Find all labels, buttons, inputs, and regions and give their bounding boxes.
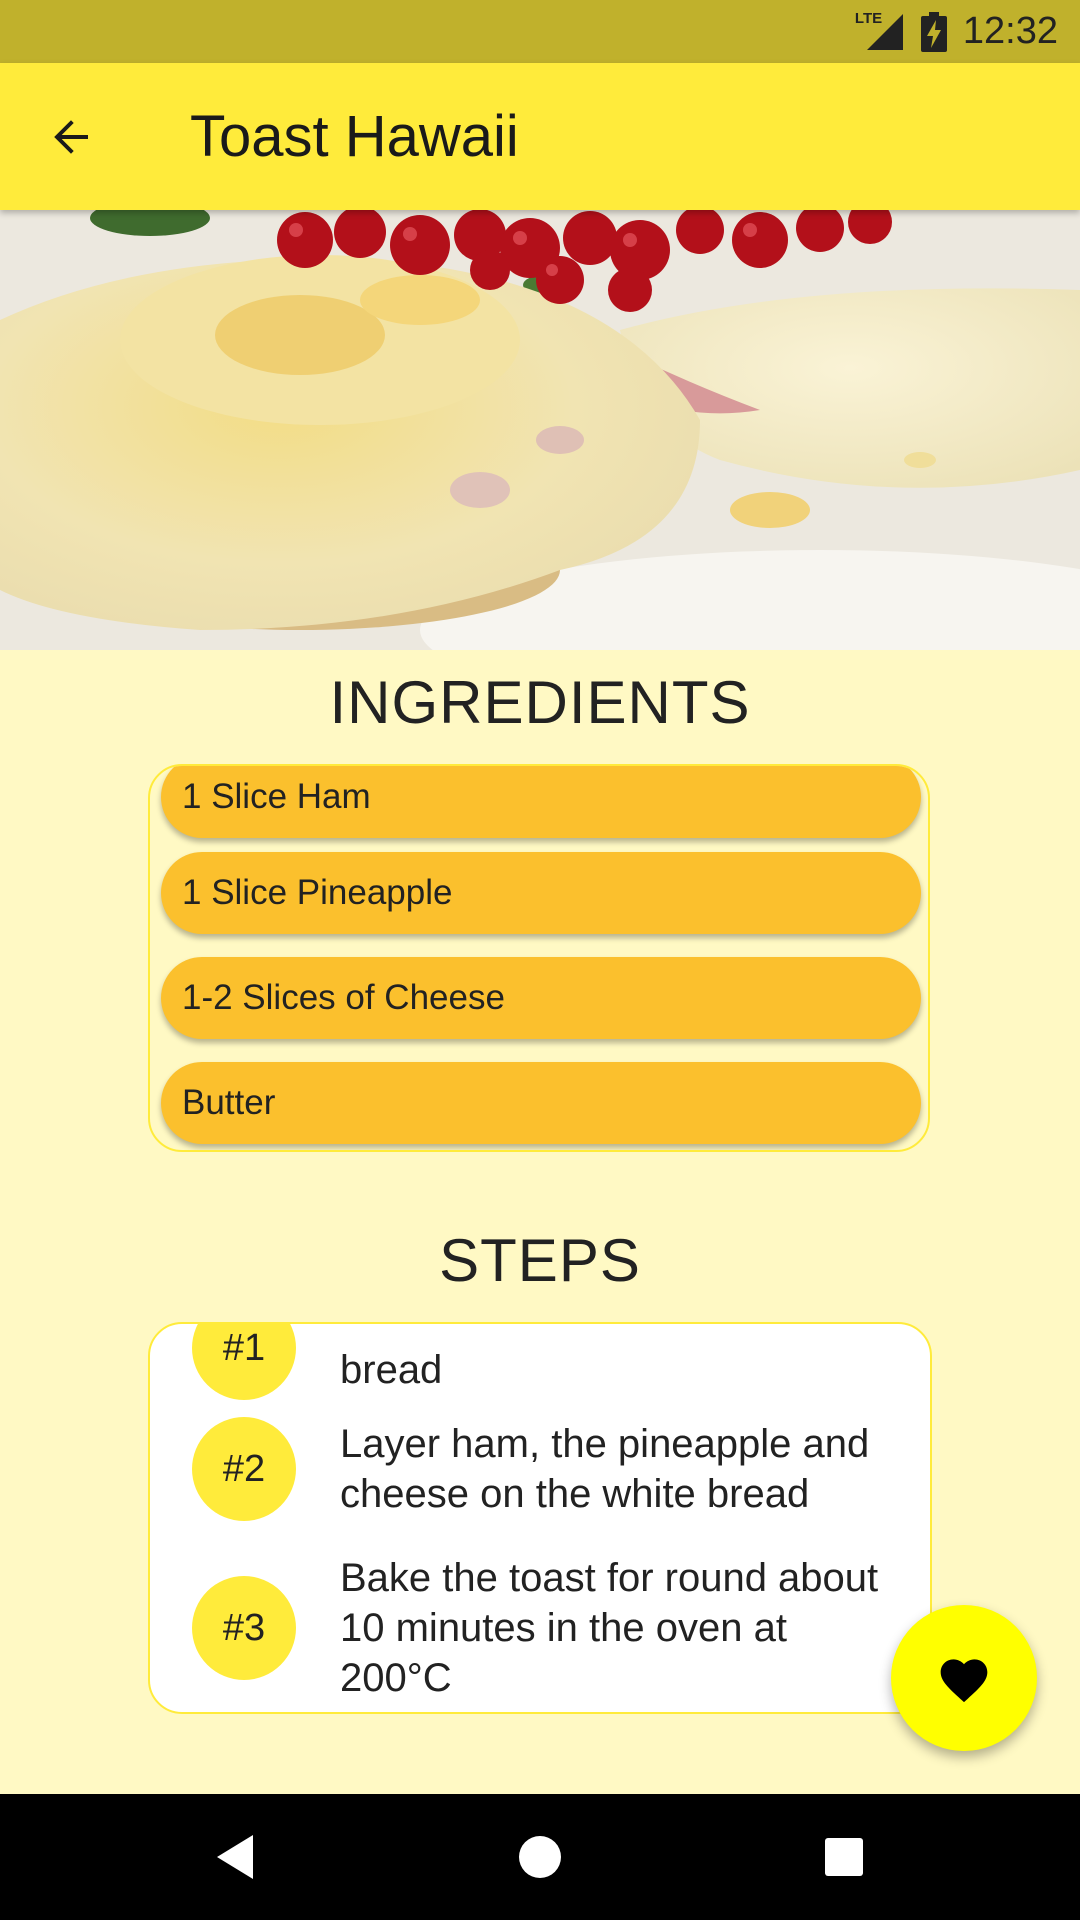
favorite-button[interactable]	[891, 1605, 1037, 1751]
network-label: LTE	[854, 9, 883, 27]
step-text: Layer ham, the pineapple and cheese on t…	[340, 1422, 870, 1516]
steps-list[interactable]: #1 bread #2 Layer ham, the pineapple and…	[148, 1322, 932, 1714]
ingredient-item[interactable]: 1 Slice Pineapple	[161, 852, 921, 934]
nav-back-button[interactable]	[205, 1827, 265, 1887]
steps-heading: STEPS	[439, 1227, 641, 1294]
app-bar: Toast Hawaii	[0, 63, 1080, 210]
heart-icon	[940, 1659, 988, 1703]
home-circle-icon	[519, 1836, 561, 1878]
system-nav-bar	[0, 1794, 1080, 1920]
step-text: Bake the toast for round about 10 minute…	[340, 1556, 879, 1700]
lte-signal-icon: LTE	[855, 10, 905, 52]
recipe-hero-image	[0, 210, 1080, 650]
back-triangle-icon	[217, 1835, 253, 1879]
ingredients-list[interactable]: 1 Slice Ham 1 Slice Pineapple 1-2 Slices…	[148, 764, 930, 1152]
battery-charging-icon	[920, 11, 947, 52]
status-bar: LTE 12:32	[0, 0, 1080, 63]
back-button[interactable]	[36, 101, 108, 173]
nav-home-button[interactable]	[510, 1827, 570, 1887]
step-number-badge: #3	[192, 1576, 296, 1680]
step-text: bread	[340, 1348, 443, 1392]
nav-recents-button[interactable]	[814, 1827, 874, 1887]
arrow-back-icon	[54, 120, 88, 154]
status-time: 12:32	[962, 10, 1058, 52]
step-number-badge: #2	[192, 1417, 296, 1521]
ingredient-item[interactable]: 1 Slice Ham	[161, 766, 921, 838]
recents-square-icon	[825, 1838, 863, 1876]
step-number-badge: #1	[192, 1324, 296, 1400]
ingredients-heading: INGREDIENTS	[329, 669, 751, 736]
page-title: Toast Hawaii	[190, 104, 519, 169]
status-icons: LTE 12:32	[855, 0, 1058, 63]
ingredient-item[interactable]: 1-2 Slices of Cheese	[161, 957, 921, 1039]
ingredient-item[interactable]: Butter	[161, 1062, 921, 1144]
